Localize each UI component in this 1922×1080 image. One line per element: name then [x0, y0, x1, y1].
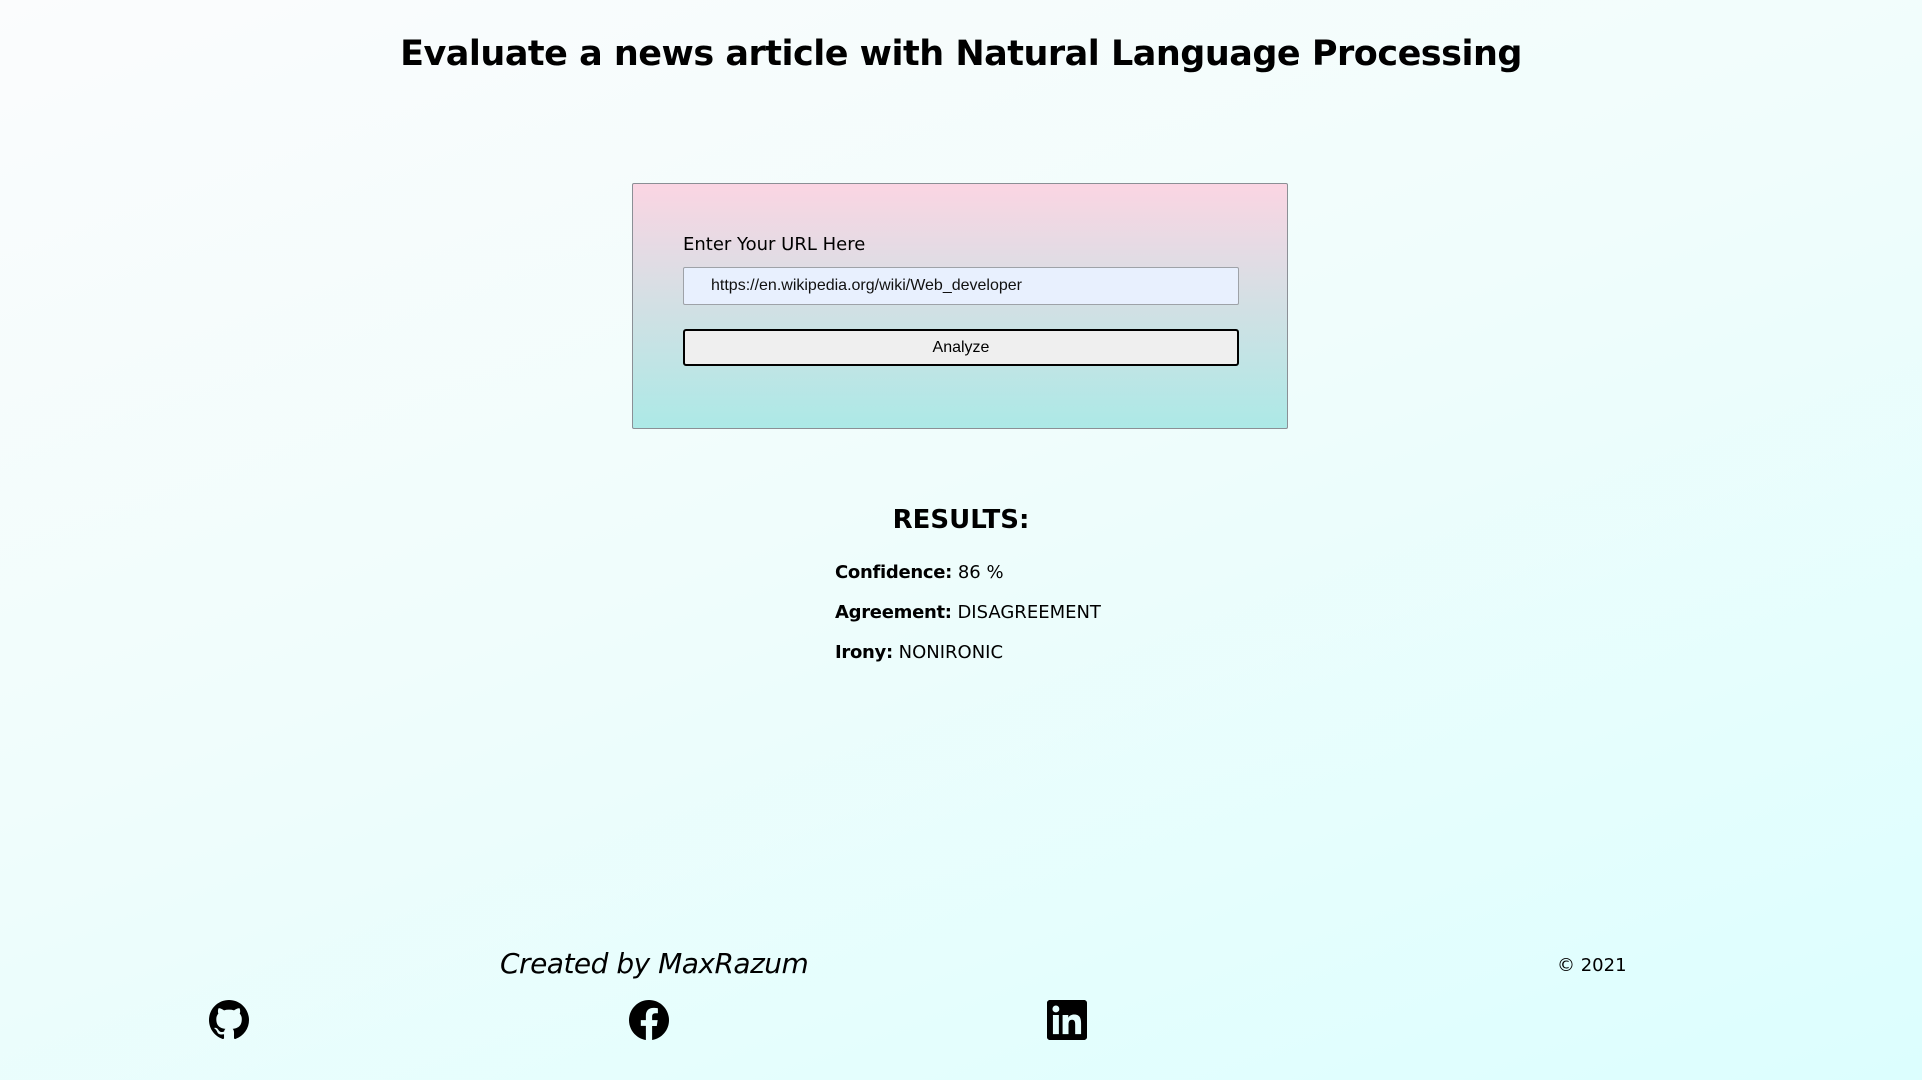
- result-value: 86 %: [957, 562, 1004, 583]
- github-icon: [209, 1000, 249, 1040]
- result-key: Confidence:: [835, 562, 953, 583]
- linkedin-icon: [1047, 1000, 1087, 1040]
- url-form: Enter Your URL Here Analyze: [632, 183, 1288, 429]
- page-title: Evaluate a news article with Natural Lan…: [400, 34, 1522, 74]
- url-input[interactable]: [683, 267, 1239, 305]
- results-heading: RESULTS:: [892, 505, 1030, 535]
- result-value: NONIRONIC: [898, 642, 1004, 663]
- result-irony: Irony: NONIRONIC: [835, 642, 1003, 663]
- result-confidence: Confidence: 86 %: [835, 562, 1004, 583]
- analyze-button[interactable]: Analyze: [683, 329, 1239, 366]
- url-label: Enter Your URL Here: [683, 234, 866, 255]
- result-key: Agreement:: [835, 602, 952, 623]
- result-agreement: Agreement: DISAGREEMENT: [835, 602, 1101, 623]
- github-link[interactable]: [209, 1000, 249, 1040]
- result-key: Irony:: [835, 642, 893, 663]
- copyright-notice: © 2021: [1557, 955, 1627, 976]
- result-value: DISAGREEMENT: [957, 602, 1101, 623]
- facebook-link[interactable]: [629, 1000, 669, 1040]
- linkedin-link[interactable]: [1047, 1000, 1087, 1040]
- author-credit: Created by MaxRazum: [500, 947, 809, 980]
- facebook-icon: [629, 1000, 669, 1040]
